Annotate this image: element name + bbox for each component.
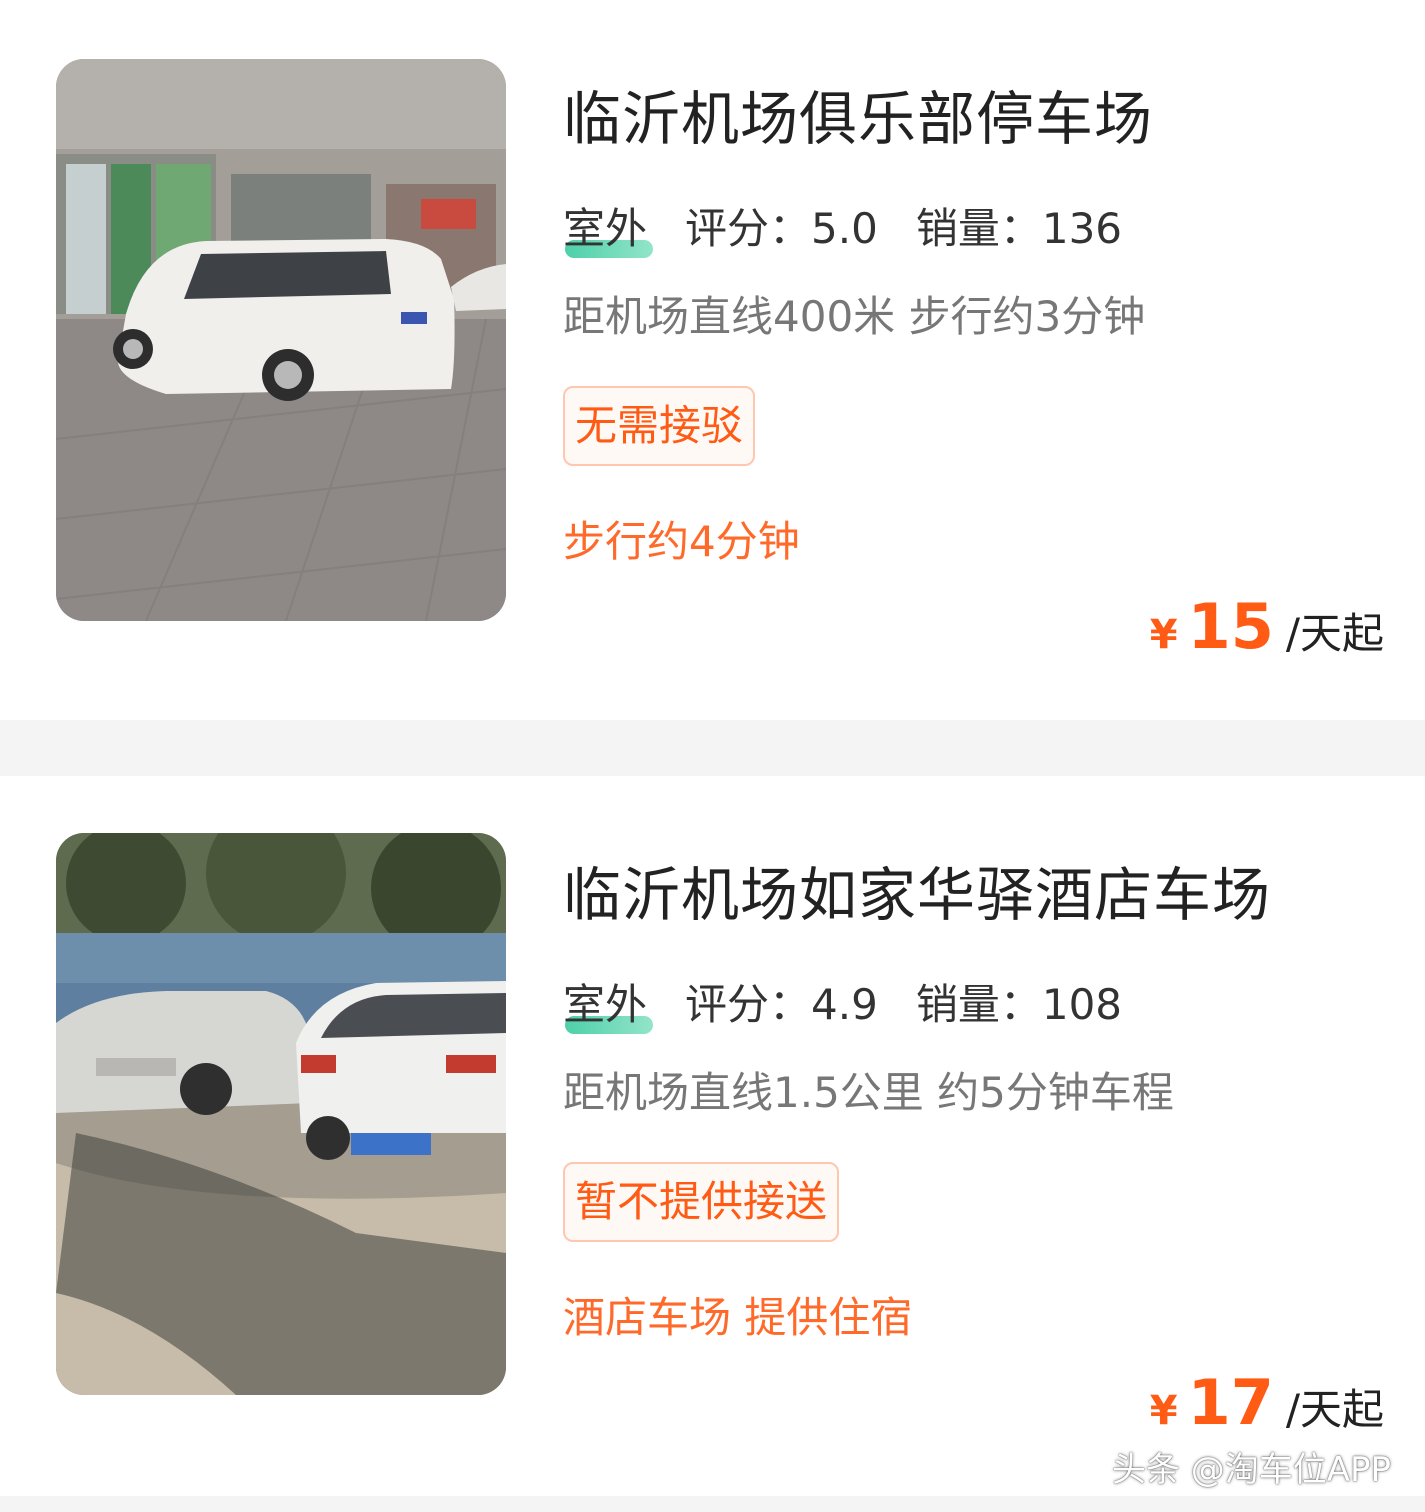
rating-value: 5.0: [811, 204, 878, 253]
parking-lot-photo[interactable]: [56, 833, 506, 1395]
price-unit: /天起: [1285, 609, 1384, 658]
watermark: 头条 @淘车位APP: [1111, 1450, 1391, 1490]
sales-value: 108: [1041, 980, 1123, 1029]
price: ¥ 15 /天起: [1150, 590, 1384, 663]
parking-lot-title[interactable]: 临沂机场俱乐部停车场: [563, 72, 1153, 156]
price-currency: ¥: [1149, 1388, 1178, 1434]
distance-info: 距机场直线1.5公里 约5分钟车程: [563, 1068, 1174, 1117]
distance-info: 距机场直线400米 步行约3分钟: [563, 292, 1146, 341]
parking-lot-title[interactable]: 临沂机场如家华驿酒店车场: [563, 848, 1271, 932]
outdoor-tag: 室外: [563, 195, 653, 258]
price-unit: /天起: [1285, 1385, 1384, 1434]
card-divider: [0, 720, 1425, 776]
shuttle-badge: 暂不提供接送: [563, 1162, 840, 1242]
outdoor-tag-label: 室外: [563, 204, 648, 253]
parking-listing-card[interactable]: 临沂机场如家华驿酒店车场 室外 评分： 4.9 销量： 108 距机场直线1.5…: [0, 776, 1425, 1496]
parking-lot-meta: 室外 评分： 4.9 销量： 108: [563, 971, 1123, 1034]
parking-lot-photo-image: [56, 59, 506, 621]
outdoor-tag-label: 室外: [563, 980, 648, 1029]
parking-lot-photo-image: [56, 833, 506, 1395]
rating-label: 评分：: [685, 204, 812, 253]
sales-label: 销量：: [915, 980, 1042, 1029]
parking-lot-meta: 室外 评分： 5.0 销量： 136: [563, 195, 1123, 258]
parking-lot-photo[interactable]: [56, 59, 506, 621]
price-amount: 17: [1187, 1366, 1274, 1439]
hotel-note: 酒店车场 提供住宿: [563, 1293, 913, 1342]
price-currency: ¥: [1149, 612, 1178, 658]
parking-listing-card[interactable]: 临沂机场俱乐部停车场 室外 评分： 5.0 销量： 136 距机场直线400米 …: [0, 0, 1425, 720]
bottom-divider: [0, 1496, 1425, 1512]
price: ¥ 17 /天起: [1150, 1366, 1384, 1439]
shuttle-badge: 无需接驳: [563, 386, 756, 466]
sales-value: 136: [1041, 204, 1123, 253]
rating-value: 4.9: [811, 980, 878, 1029]
price-amount: 15: [1187, 590, 1274, 663]
outdoor-tag: 室外: [563, 971, 653, 1034]
sales-label: 销量：: [915, 204, 1042, 253]
walking-note: 步行约4分钟: [563, 517, 800, 566]
rating-label: 评分：: [685, 980, 812, 1029]
